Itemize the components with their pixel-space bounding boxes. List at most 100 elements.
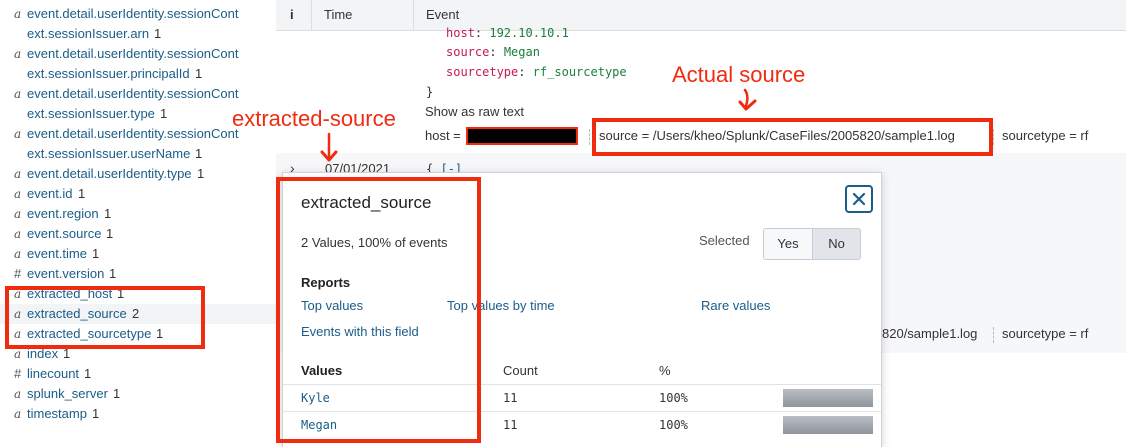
value-row: Megan 11 100% [283, 411, 881, 439]
events-with-field-link[interactable]: Events with this field [301, 324, 419, 339]
json-host-line: host: 192.10.10.1 [446, 26, 569, 40]
string-type-icon: a [14, 47, 22, 61]
string-type-icon: a [14, 407, 22, 421]
field-count: 1 [154, 26, 162, 41]
string-type-icon: a [14, 7, 22, 21]
field-name[interactable]: splunk_server [27, 384, 108, 404]
field-row-continued[interactable]: ext.sessionIssuer.arn 1 [0, 24, 276, 44]
field-count: 1 [195, 146, 203, 161]
numeric-type-icon: # [14, 366, 22, 381]
meta-divider [589, 129, 591, 145]
value-percent-bar [783, 416, 873, 434]
field-name[interactable]: linecount [27, 364, 79, 384]
field-row[interactable]: a extracted_source 2 [0, 304, 276, 324]
value-percent-bar [783, 389, 873, 407]
column-divider [413, 0, 414, 30]
field-name-continued[interactable]: ext.sessionIssuer.principalId [27, 64, 190, 84]
popover-summary: 2 Values, 100% of events [301, 235, 448, 250]
field-row[interactable]: # event.version 1 [0, 264, 276, 284]
field-row[interactable]: a event.time 1 [0, 244, 276, 264]
field-row[interactable]: a event.detail.userIdentity.type 1 [0, 164, 276, 184]
field-row[interactable]: a event.region 1 [0, 204, 276, 224]
annotation-label-extracted-source: extracted-source [232, 106, 396, 131]
field-name[interactable]: event.source [27, 224, 101, 244]
arrow-down-icon [738, 88, 757, 111]
string-type-icon: a [14, 227, 22, 241]
field-row[interactable]: a event.id 1 [0, 184, 276, 204]
field-row-continued[interactable]: ext.sessionIssuer.principalId 1 [0, 64, 276, 84]
source-meta[interactable]: source = /Users/kheo/Splunk/CaseFiles/20… [599, 128, 955, 143]
string-type-icon: a [14, 327, 22, 341]
string-type-icon: a [14, 347, 22, 361]
field-name[interactable]: timestamp [27, 404, 87, 424]
field-row[interactable]: a event.detail.userIdentity.sessionCont [0, 4, 276, 24]
close-button[interactable] [845, 185, 873, 213]
string-type-icon: a [14, 207, 22, 221]
field-row[interactable]: a index 1 [0, 344, 276, 364]
sourcetype-meta[interactable]: sourcetype = rf [1002, 128, 1088, 143]
field-name[interactable]: event.detail.userIdentity.sessionCont [27, 124, 239, 144]
column-divider [311, 0, 312, 30]
field-name[interactable]: event.detail.userIdentity.type [27, 164, 192, 184]
value-link[interactable]: Kyle [301, 391, 330, 405]
show-raw-text-link[interactable]: Show as raw text [425, 104, 524, 119]
field-name[interactable]: extracted_source [27, 304, 127, 324]
info-icon[interactable]: i [290, 0, 294, 30]
top-values-link[interactable]: Top values [301, 298, 363, 313]
source-meta-2[interactable]: 820/sample1.log [882, 326, 977, 341]
field-row[interactable]: a event.detail.userIdentity.sessionCont [0, 84, 276, 104]
field-name-continued[interactable]: ext.sessionIssuer.type [27, 104, 155, 124]
meta-divider [993, 327, 995, 343]
value-link[interactable]: Megan [301, 418, 337, 432]
field-count: 1 [197, 166, 205, 181]
redacted-host-value [466, 127, 578, 145]
rare-values-link[interactable]: Rare values [701, 298, 770, 313]
field-row-continued[interactable]: ext.sessionIssuer.userName 1 [0, 144, 276, 164]
string-type-icon: a [14, 187, 22, 201]
string-type-icon: a [14, 307, 22, 321]
string-type-icon: a [14, 287, 22, 301]
value-row: Kyle 11 100% [283, 384, 881, 412]
selected-yes-button[interactable]: Yes [764, 229, 813, 259]
field-row[interactable]: a splunk_server 1 [0, 384, 276, 404]
field-count: 1 [156, 326, 164, 341]
string-type-icon: a [14, 387, 22, 401]
field-name[interactable]: event.version [27, 264, 104, 284]
close-icon [852, 192, 866, 206]
field-name-continued[interactable]: ext.sessionIssuer.userName [27, 144, 190, 164]
column-header-time[interactable]: Time [324, 0, 352, 30]
meta-divider [993, 129, 995, 145]
field-name[interactable]: event.time [27, 244, 87, 264]
field-count: 1 [92, 406, 100, 421]
reports-heading: Reports [301, 275, 351, 290]
field-row[interactable]: a extracted_host 1 [0, 284, 276, 304]
field-row[interactable]: a extracted_sourcetype 1 [0, 324, 276, 344]
field-count: 1 [195, 66, 203, 81]
field-count: 1 [117, 286, 125, 301]
field-row[interactable]: a event.source 1 [0, 224, 276, 244]
field-row[interactable]: a timestamp 1 [0, 404, 276, 424]
field-name[interactable]: extracted_host [27, 284, 112, 304]
field-name[interactable]: extracted_sourcetype [27, 324, 151, 344]
top-values-by-time-link[interactable]: Top values by time [447, 298, 555, 313]
field-name[interactable]: event.detail.userIdentity.sessionCont [27, 84, 239, 104]
selected-no-button[interactable]: No [813, 229, 860, 259]
field-name[interactable]: event.detail.userIdentity.sessionCont [27, 44, 239, 64]
field-name[interactable]: index [27, 344, 58, 364]
selected-toggle: Yes No [763, 228, 861, 260]
field-name[interactable]: event.detail.userIdentity.sessionCont [27, 4, 239, 24]
field-name[interactable]: event.id [27, 184, 73, 204]
count-column-header: Count [503, 363, 538, 378]
string-type-icon: a [14, 127, 22, 141]
field-name-continued[interactable]: ext.sessionIssuer.arn [27, 24, 149, 44]
json-source-line: source: Megan [446, 45, 540, 59]
field-row[interactable]: a event.detail.userIdentity.sessionCont [0, 44, 276, 64]
field-name[interactable]: event.region [27, 204, 99, 224]
values-column-header: Values [301, 363, 343, 378]
field-row[interactable]: # linecount 1 [0, 364, 276, 384]
json-close-brace: } [426, 85, 434, 99]
field-sidebar: a event.detail.userIdentity.sessionCont ex… [0, 0, 276, 446]
value-count: 11 [503, 418, 518, 432]
sourcetype-meta-2[interactable]: sourcetype = rf [1002, 326, 1088, 341]
field-count: 1 [84, 366, 92, 381]
